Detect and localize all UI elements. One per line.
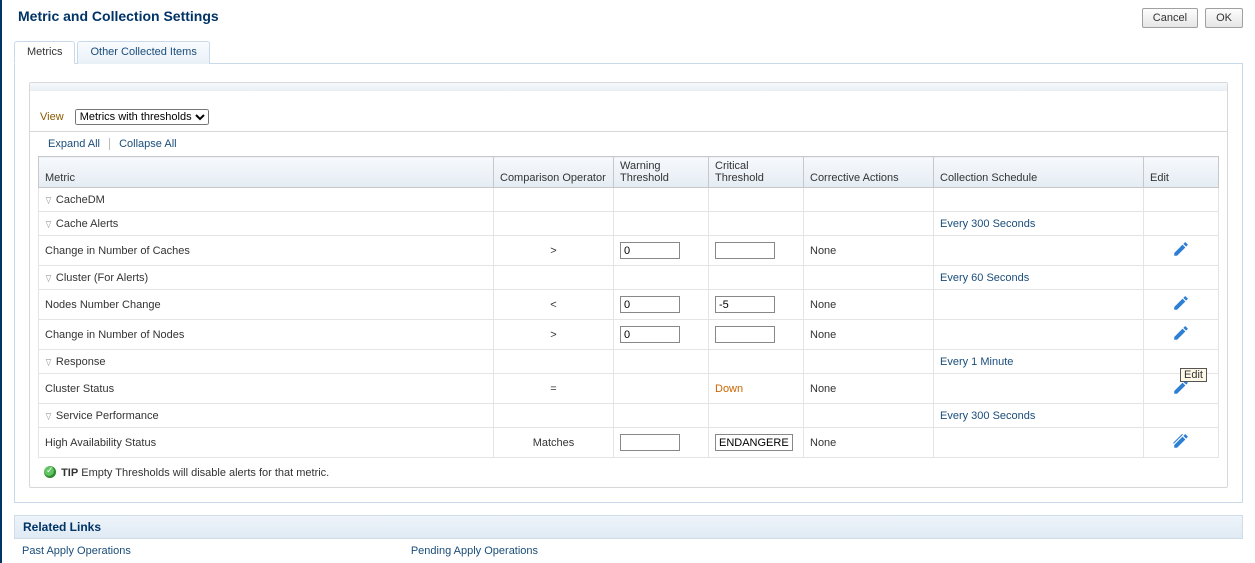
op: <	[494, 290, 614, 320]
corrective: None	[804, 236, 934, 266]
row-change-nodes: Change in Number of Nodes > None	[39, 320, 1219, 350]
metric-label: Cluster Status	[45, 383, 114, 395]
divider	[109, 138, 110, 150]
metric-label: CacheDM	[56, 194, 105, 206]
col-comparison: Comparison Operator	[494, 157, 614, 188]
expand-icon[interactable]: ▽	[46, 411, 52, 422]
view-label: View	[40, 111, 64, 123]
metric-label: Change in Number of Nodes	[45, 329, 184, 341]
view-select[interactable]: Metrics with thresholds	[75, 109, 209, 125]
edit-icon[interactable]	[1172, 294, 1190, 312]
expand-icon[interactable]: ▽	[46, 195, 52, 206]
row-response: ▽ Response Every 1 Minute	[39, 350, 1219, 374]
metric-label: Response	[56, 356, 106, 368]
schedule-link[interactable]: Every 1 Minute	[940, 356, 1013, 368]
ok-button[interactable]: OK	[1205, 8, 1243, 28]
col-warning: Warning Threshold	[614, 157, 709, 188]
metric-label: Service Performance	[56, 410, 159, 422]
metric-label: Cache Alerts	[56, 218, 118, 230]
related-links-title: Related Links	[14, 515, 1243, 539]
schedule-link[interactable]: Every 300 Seconds	[940, 218, 1035, 230]
past-apply-link[interactable]: Past Apply Operations	[22, 545, 131, 557]
critical-input[interactable]	[715, 296, 775, 313]
tab-metrics[interactable]: Metrics	[14, 41, 75, 64]
op: >	[494, 320, 614, 350]
tip-text: Empty Thresholds will disable alerts for…	[78, 467, 329, 479]
edit-tooltip: Edit	[1180, 368, 1207, 382]
tabs: Metrics Other Collected Items	[14, 40, 1243, 64]
critical-input[interactable]	[715, 434, 793, 451]
row-nodes-number-change: Nodes Number Change < None	[39, 290, 1219, 320]
metric-label: Cluster (For Alerts)	[56, 272, 148, 284]
tip-label: TIP	[61, 467, 78, 479]
col-metric: Metric	[39, 157, 494, 188]
edit-icon[interactable]	[1172, 240, 1190, 258]
critical-input[interactable]	[715, 242, 775, 259]
edit-icon[interactable]	[1172, 324, 1190, 342]
expand-icon[interactable]: ▽	[46, 219, 52, 230]
expand-icon[interactable]: ▽	[46, 273, 52, 284]
op: Matches	[494, 428, 614, 458]
pending-apply-link[interactable]: Pending Apply Operations	[411, 545, 538, 557]
warning-input[interactable]	[620, 326, 680, 343]
corrective: None	[804, 320, 934, 350]
metric-label: Nodes Number Change	[45, 299, 161, 311]
expand-icon[interactable]: ▽	[46, 357, 52, 368]
page-title: Metric and Collection Settings	[18, 8, 219, 24]
corrective: None	[804, 374, 934, 404]
row-cache-alerts: ▽ Cache Alerts Every 300 Seconds	[39, 212, 1219, 236]
row-cluster-alerts: ▽ Cluster (For Alerts) Every 60 Seconds	[39, 266, 1219, 290]
warning-input[interactable]	[620, 242, 680, 259]
edit-many-icon[interactable]	[1172, 432, 1190, 450]
row-service-performance: ▽ Service Performance Every 300 Seconds	[39, 404, 1219, 428]
col-schedule: Collection Schedule	[934, 157, 1144, 188]
tab-other-collected[interactable]: Other Collected Items	[77, 41, 209, 64]
corrective: None	[804, 428, 934, 458]
row-ha-status: High Availability Status Matches None	[39, 428, 1219, 458]
col-corrective: Corrective Actions	[804, 157, 934, 188]
schedule-link[interactable]: Every 60 Seconds	[940, 272, 1029, 284]
op: >	[494, 236, 614, 266]
corrective: None	[804, 290, 934, 320]
op: =	[494, 374, 614, 404]
row-cachedm: ▽ CacheDM	[39, 188, 1219, 212]
metric-label: Change in Number of Caches	[45, 245, 190, 257]
expand-all-link[interactable]: Expand All	[48, 138, 100, 150]
tip-icon	[44, 466, 56, 478]
col-edit: Edit	[1144, 157, 1219, 188]
collapse-all-link[interactable]: Collapse All	[119, 138, 176, 150]
warning-input[interactable]	[620, 434, 680, 451]
row-change-caches: Change in Number of Caches > None	[39, 236, 1219, 266]
metrics-table: Metric Comparison Operator Warning Thres…	[38, 156, 1219, 458]
col-critical: Critical Threshold	[709, 157, 804, 188]
critical-input[interactable]	[715, 326, 775, 343]
schedule-link[interactable]: Every 300 Seconds	[940, 410, 1035, 422]
metric-label: High Availability Status	[45, 437, 156, 449]
row-cluster-status: Cluster Status = Down None	[39, 374, 1219, 404]
critical-text: Down	[715, 383, 743, 395]
cancel-button[interactable]: Cancel	[1142, 8, 1198, 28]
warning-input[interactable]	[620, 296, 680, 313]
